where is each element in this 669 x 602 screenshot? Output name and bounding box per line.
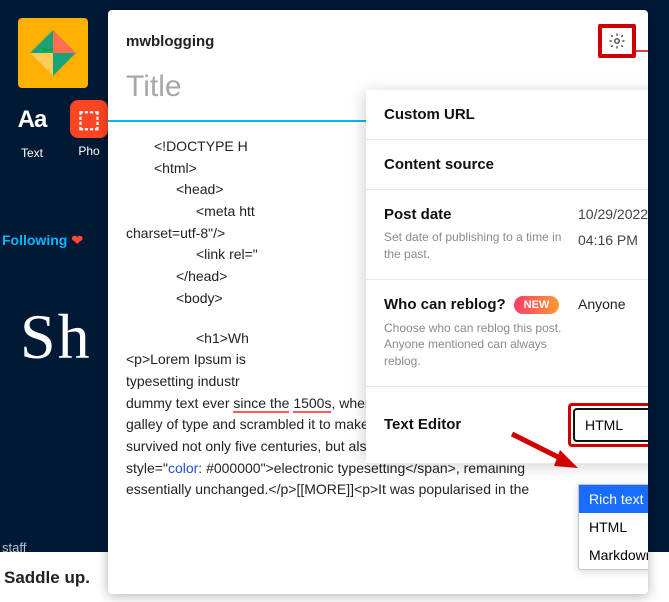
reblog-select[interactable]: Anyone [578, 296, 648, 312]
setting-post-date: Post date Set date of publishing to a ti… [366, 190, 648, 280]
dropdown-option-richtext[interactable]: Rich text [579, 485, 648, 513]
highlight-box-gear [598, 24, 636, 58]
dropdown-option-markdown[interactable]: Markdown [579, 541, 648, 569]
text-editor-dropdown: Rich text HTML Markdown [578, 484, 648, 570]
avatar-diamond-icon [27, 27, 79, 79]
bg-headline: Saddle up. [4, 568, 90, 588]
date-value[interactable]: 10/29/2022 [578, 206, 648, 222]
para-text: typesetting industr [126, 373, 240, 389]
new-badge: NEW [514, 296, 560, 314]
new-text-post[interactable]: Aa Text [12, 100, 52, 160]
avatar[interactable] [18, 18, 88, 88]
para-text: essentially unchanged.</p>[[MORE]]<p>It … [126, 481, 529, 497]
setting-content-source[interactable]: Content source https://... [366, 140, 648, 190]
text-editor-select[interactable]: HTML [573, 408, 648, 442]
text-editor-value: HTML [585, 417, 623, 433]
setting-sub: Set date of publishing to a time in the … [384, 229, 566, 263]
reblog-value: Anyone [578, 296, 625, 312]
gear-icon[interactable] [608, 32, 626, 50]
post-editor: mwblogging Title <!DOCTYPE H <html> <hea… [108, 10, 648, 594]
para-text: <p>Lorem Ipsum is [126, 351, 246, 367]
time-value[interactable]: 04:16 PM [578, 232, 638, 248]
setting-text-editor: Text Editor HTML [366, 387, 648, 464]
dropdown-option-html[interactable]: HTML [579, 513, 648, 541]
setting-label: Post date [384, 206, 566, 223]
setting-label: Content source [384, 156, 494, 173]
photo-label: Pho [78, 144, 99, 158]
post-settings-panel: Custom URL /post/123/ Content source htt… [366, 90, 648, 464]
new-photo-post[interactable]: ⬚ Pho [70, 100, 108, 160]
setting-label: Text Editor [384, 416, 461, 433]
setting-sub: Choose who can reblog this post. Anyone … [384, 320, 566, 370]
setting-custom-url[interactable]: Custom URL /post/123/ [366, 90, 648, 140]
text-label: Text [21, 146, 43, 160]
username[interactable]: mwblogging [126, 33, 214, 50]
highlight-box-select: HTML [568, 403, 648, 447]
setting-label: Custom URL [384, 106, 475, 123]
code-line: <meta htt [196, 203, 255, 219]
bg-word: Sh [20, 300, 92, 374]
setting-label: Who can reblog? NEW [384, 296, 566, 314]
following-link[interactable]: Following❤ [2, 232, 83, 249]
setting-reblog: Who can reblog? NEW Choose who can reblo… [366, 280, 648, 387]
